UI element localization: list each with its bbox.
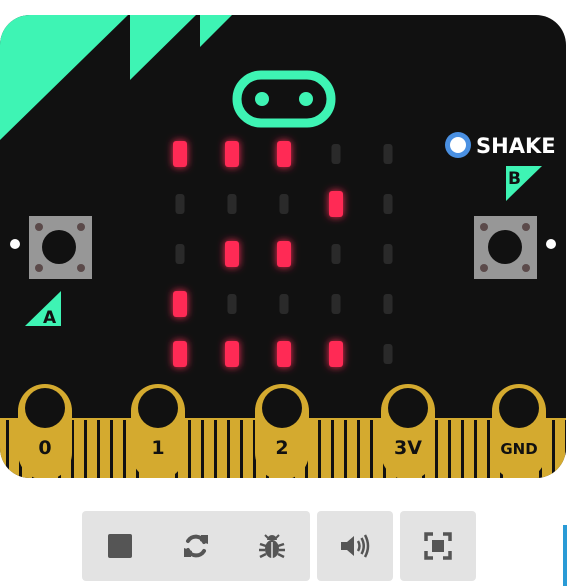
led-1-4 bbox=[383, 194, 393, 214]
led-3-1 bbox=[227, 294, 237, 314]
led-3-0 bbox=[173, 291, 187, 317]
connector-stripe bbox=[331, 420, 334, 478]
led-0-1 bbox=[225, 141, 239, 167]
connector-stripe bbox=[552, 420, 555, 478]
pin-label: GND bbox=[500, 440, 537, 458]
led-2-4 bbox=[383, 244, 393, 264]
restart-icon bbox=[184, 534, 208, 558]
button-b-label: B bbox=[508, 169, 521, 189]
pin-label: 0 bbox=[38, 437, 51, 459]
restart-button[interactable] bbox=[171, 521, 221, 571]
pin-1[interactable]: 1 bbox=[131, 384, 185, 480]
led-1-1 bbox=[227, 194, 237, 214]
led-2-2 bbox=[277, 241, 291, 267]
led-4-3 bbox=[329, 341, 343, 367]
left-edge-dot bbox=[10, 239, 20, 249]
shake-button[interactable]: SHAKE bbox=[445, 132, 556, 158]
led-0-0 bbox=[173, 141, 187, 167]
connector-stripe bbox=[201, 420, 204, 478]
connector-stripe bbox=[97, 420, 100, 478]
led-4-1 bbox=[225, 341, 239, 367]
stop-button[interactable] bbox=[95, 521, 145, 571]
pin-0[interactable]: 0 bbox=[18, 384, 72, 480]
sound-button[interactable] bbox=[330, 521, 380, 571]
button-a[interactable] bbox=[29, 216, 92, 279]
connector-stripe bbox=[188, 420, 191, 478]
connector-stripe bbox=[448, 420, 451, 478]
pin-2[interactable]: 2 bbox=[255, 384, 309, 480]
connector-stripe bbox=[318, 420, 321, 478]
led-2-1 bbox=[225, 241, 239, 267]
debug-button[interactable] bbox=[247, 521, 297, 571]
pin-3v[interactable]: 3V bbox=[381, 384, 435, 480]
connector-stripe bbox=[474, 420, 477, 478]
led-2-3 bbox=[331, 244, 341, 264]
fullscreen-icon bbox=[424, 532, 452, 560]
pin-gnd[interactable]: GND bbox=[492, 384, 546, 480]
led-2-0 bbox=[175, 244, 185, 264]
right-edge-dot bbox=[546, 239, 556, 249]
speaker-icon bbox=[341, 534, 370, 558]
led-0-2 bbox=[277, 141, 291, 167]
connector-stripe bbox=[240, 420, 243, 478]
led-4-4 bbox=[383, 344, 393, 364]
toolbar-fullscreen-group bbox=[400, 511, 476, 581]
side-panel-edge bbox=[563, 525, 567, 586]
led-4-2 bbox=[277, 341, 291, 367]
connector-stripe bbox=[214, 420, 217, 478]
fullscreen-button[interactable] bbox=[413, 521, 463, 571]
connector-stripe bbox=[357, 420, 360, 478]
connector-stripe bbox=[435, 420, 438, 478]
connector-stripe bbox=[227, 420, 230, 478]
connector-stripe bbox=[487, 420, 490, 478]
led-0-4 bbox=[383, 144, 393, 164]
connector-stripe bbox=[110, 420, 113, 478]
led-0-3 bbox=[331, 144, 341, 164]
led-1-3 bbox=[329, 191, 343, 217]
led-1-2 bbox=[279, 194, 289, 214]
shake-label: SHAKE bbox=[476, 134, 556, 158]
led-3-2 bbox=[279, 294, 289, 314]
connector-stripe bbox=[6, 420, 9, 478]
pin-label: 3V bbox=[394, 437, 422, 459]
connector-stripe bbox=[344, 420, 347, 478]
stop-icon bbox=[108, 534, 132, 558]
led-3-4 bbox=[383, 294, 393, 314]
pin-label: 2 bbox=[275, 437, 288, 459]
led-1-0 bbox=[175, 194, 185, 214]
led-3-3 bbox=[331, 294, 341, 314]
microbit-simulator: SHAKE A B 0 1 2 3V GND bbox=[0, 15, 566, 480]
led-4-0 bbox=[173, 341, 187, 367]
pin-label: 1 bbox=[151, 437, 164, 459]
button-a-label: A bbox=[43, 308, 57, 328]
connector-stripe bbox=[84, 420, 87, 478]
connector-stripe bbox=[123, 420, 126, 478]
button-b[interactable] bbox=[474, 216, 537, 279]
connector-stripe bbox=[461, 420, 464, 478]
toolbar-sound-group bbox=[317, 511, 393, 581]
toolbar-main-group bbox=[82, 511, 310, 581]
bug-icon bbox=[259, 534, 285, 559]
connector-stripe bbox=[370, 420, 373, 478]
